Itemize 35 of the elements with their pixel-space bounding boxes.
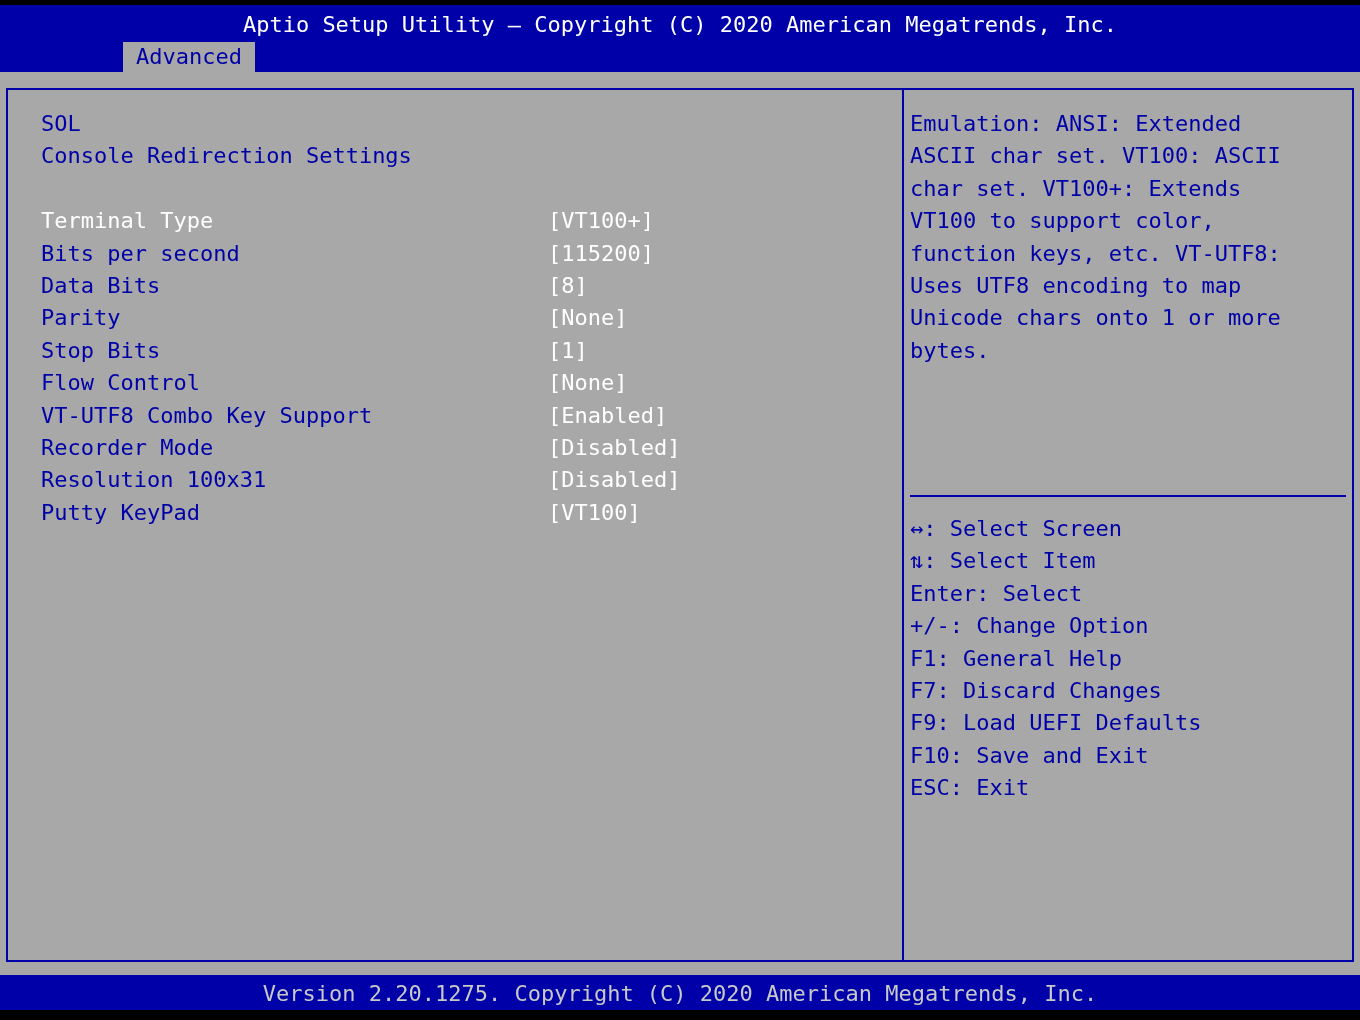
- key-hint: F1: General Help: [910, 644, 1123, 673]
- key-hint: F7: Discard Changes: [910, 676, 1163, 705]
- help-description: Emulation: ANSI: Extended ASCII char set. VT100: ASCII char set. VT100+: Extends VT100 to support color, function keys, etc. VT-UTF8: Uses UTF8 encoding to map Unicode chars onto 1 or more bytes.: [910, 110, 1282, 365]
- setting-value[interactable]: [8]: [548, 269, 588, 303]
- setting-value[interactable]: [1]: [548, 334, 588, 368]
- setting-label[interactable]: Data Bits: [41, 269, 548, 303]
- setting-label[interactable]: Bits per second: [41, 237, 548, 270]
- key-hint: ↔: Select Screen: [910, 515, 1123, 543]
- setting-value[interactable]: [None]: [548, 302, 628, 335]
- section-heading: Console Redirection Settings: [41, 142, 413, 171]
- setting-value[interactable]: [None]: [548, 367, 628, 400]
- menu-tab[interactable]: Advanced: [123, 42, 255, 72]
- window-title: Aptio Setup Utility – Copyright (C) 2020 American Megatrends, Inc.: [241, 11, 1119, 39]
- setting-label[interactable]: Resolution 100x31: [41, 464, 548, 497]
- setting-label[interactable]: Stop Bits: [41, 334, 548, 368]
- setting-value[interactable]: [Disabled]: [548, 431, 681, 465]
- setting-label[interactable]: Putty KeyPad: [41, 496, 548, 530]
- setting-value[interactable]: [VT100]: [548, 496, 641, 530]
- key-hint: F9: Load UEFI Defaults: [910, 709, 1203, 738]
- key-hint: +/-: Change Option: [910, 612, 1150, 641]
- setting-label[interactable]: Parity: [41, 302, 548, 335]
- setting-value[interactable]: [115200]: [548, 237, 654, 270]
- setting-label[interactable]: VT-UTF8 Combo Key Support: [41, 399, 548, 432]
- key-hint: F10: Save and Exit: [910, 741, 1150, 770]
- setting-value[interactable]: [Enabled]: [548, 399, 668, 432]
- section-heading: SOL: [41, 110, 82, 138]
- setting-label[interactable]: Recorder Mode: [41, 431, 548, 465]
- setting-label[interactable]: Flow Control: [41, 367, 548, 400]
- setting-label[interactable]: Terminal Type: [41, 205, 548, 238]
- setting-value[interactable]: [Disabled]: [548, 464, 681, 497]
- key-hint: ⇅: Select Item: [910, 547, 1097, 576]
- setting-value[interactable]: [VT100+]: [548, 205, 654, 238]
- key-hint: Enter: Select: [910, 579, 1084, 608]
- key-hint: ESC: Exit: [910, 774, 1031, 803]
- version-footer: Version 2.20.1275. Copyright (C) 2020 American Megatrends, Inc.: [0, 975, 1360, 1010]
